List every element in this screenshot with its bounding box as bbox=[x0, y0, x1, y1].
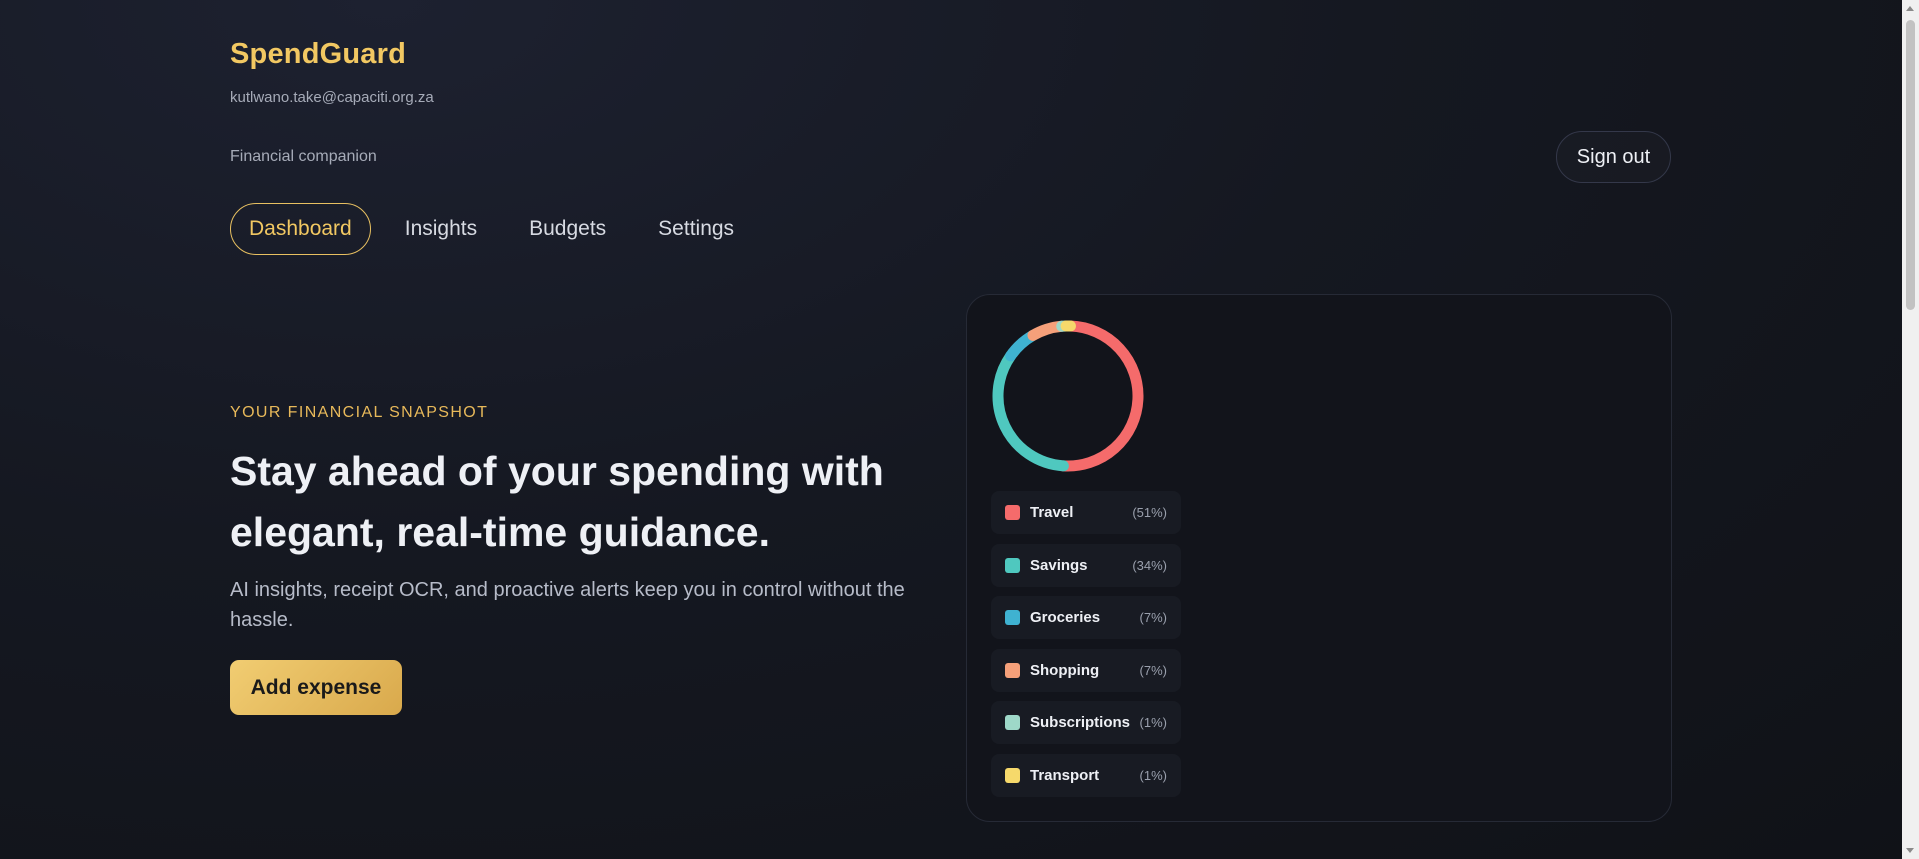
legend-label: Subscriptions bbox=[1030, 714, 1131, 731]
category-legend: Travel (51%) Savings (34%) Groceries (7%… bbox=[991, 491, 1181, 806]
legend-item-transport[interactable]: Transport (1%) bbox=[991, 753, 1181, 797]
brand-logo[interactable]: SpendGuard bbox=[230, 38, 406, 71]
tab-budgets[interactable]: Budgets bbox=[511, 203, 624, 255]
tab-dashboard[interactable]: Dashboard bbox=[230, 203, 371, 255]
scroll-thumb[interactable] bbox=[1906, 20, 1915, 310]
page-scrollbar[interactable] bbox=[1902, 0, 1919, 859]
tab-insights[interactable]: Insights bbox=[387, 203, 495, 255]
swatch-groceries bbox=[1005, 610, 1020, 625]
donut-segment-travel[interactable] bbox=[1057, 320, 1144, 472]
scroll-up-arrow-icon[interactable] bbox=[1906, 6, 1914, 11]
legend-percent: (51%) bbox=[1132, 505, 1167, 520]
scroll-down-arrow-icon[interactable] bbox=[1906, 848, 1914, 853]
legend-item-travel[interactable]: Travel (51%) bbox=[991, 491, 1181, 534]
tagline: Financial companion bbox=[230, 148, 377, 165]
hero-headline: Stay ahead of your spending with elegant… bbox=[230, 448, 884, 555]
tab-settings[interactable]: Settings bbox=[640, 203, 752, 255]
legend-item-groceries[interactable]: Groceries (7%) bbox=[991, 596, 1181, 639]
legend-label: Shopping bbox=[1030, 661, 1100, 679]
legend-label: Savings bbox=[1030, 556, 1088, 574]
legend-percent: (34%) bbox=[1132, 557, 1167, 573]
legend-item-savings[interactable]: Savings (34%) bbox=[991, 543, 1181, 587]
main-nav: Dashboard Insights Budgets Settings bbox=[230, 203, 768, 255]
swatch-subscriptions bbox=[1005, 715, 1020, 730]
legend-percent: (7%) bbox=[1139, 662, 1167, 678]
swatch-transport bbox=[1005, 767, 1020, 783]
swatch-travel bbox=[1005, 505, 1020, 520]
donut-segment-savings[interactable] bbox=[992, 350, 1069, 472]
legend-item-subscriptions[interactable]: Subscriptions (1%) bbox=[991, 701, 1181, 744]
legend-percent: (7%) bbox=[1139, 610, 1167, 625]
page: SpendGuard kutlwano.take@capaciti.org.za… bbox=[0, 0, 1919, 859]
swatch-shopping bbox=[1005, 662, 1020, 678]
spending-donut-chart bbox=[992, 320, 1144, 472]
add-expense-button[interactable]: Add expense bbox=[230, 660, 402, 715]
legend-label: Transport bbox=[1030, 766, 1100, 784]
legend-label: Groceries bbox=[1030, 609, 1101, 626]
legend-percent: (1%) bbox=[1139, 767, 1167, 783]
legend-percent: (1%) bbox=[1139, 715, 1167, 730]
spending-breakdown-card: Travel (51%) Savings (34%) Groceries (7%… bbox=[966, 294, 1672, 822]
legend-item-shopping[interactable]: Shopping (7%) bbox=[991, 648, 1181, 692]
hero-subtext: AI insights, receipt OCR, and proactive … bbox=[230, 579, 905, 631]
swatch-savings bbox=[1005, 557, 1020, 573]
sign-out-button[interactable]: Sign out bbox=[1556, 131, 1671, 183]
section-kicker: YOUR FINANCIAL SNAPSHOT bbox=[230, 404, 489, 421]
legend-label: Travel bbox=[1030, 504, 1074, 521]
user-email: kutlwano.take@capaciti.org.za bbox=[230, 89, 434, 106]
